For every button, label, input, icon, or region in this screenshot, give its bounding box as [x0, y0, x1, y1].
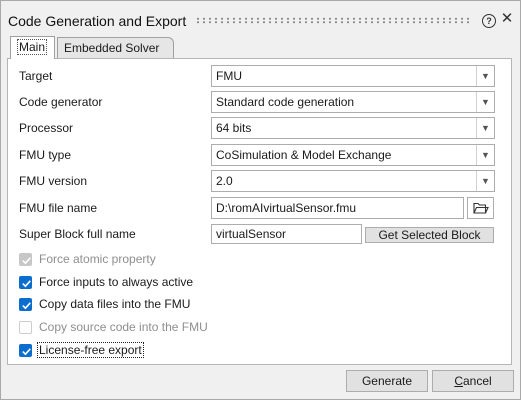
chevron-down-icon[interactable]: ▼ [476, 145, 494, 165]
folder-icon [473, 202, 489, 214]
chevron-down-icon[interactable]: ▼ [476, 66, 494, 86]
get-selected-block-button[interactable]: Get Selected Block [365, 227, 494, 243]
code-generator-select[interactable]: Standard code generation ▼ [211, 91, 495, 113]
processor-select[interactable]: 64 bits ▼ [211, 117, 495, 139]
tab-embedded-solver[interactable]: Embedded Solver [57, 37, 174, 58]
fmu-file-name-input[interactable]: D:\romAIvirtualSensor.fmu [211, 197, 464, 219]
processor-value: 64 bits [216, 121, 252, 135]
target-label: Target [19, 69, 53, 83]
fmu-type-select[interactable]: CoSimulation & Model Exchange ▼ [211, 144, 495, 166]
cancel-label-rest: ancel [462, 374, 492, 388]
close-icon[interactable]: ✕ [500, 11, 514, 27]
copy-data-files-label[interactable]: Copy data files into the FMU [39, 296, 190, 312]
fmu-file-name-value: D:\romAIvirtualSensor.fmu [216, 201, 357, 215]
tab-main-label: Main [17, 39, 48, 55]
help-icon[interactable]: ? [482, 14, 496, 28]
checkmark-icon [22, 280, 31, 288]
chevron-down-icon[interactable]: ▼ [476, 118, 494, 138]
force-inputs-checkbox[interactable] [19, 276, 32, 289]
tab-main[interactable]: Main [10, 36, 55, 59]
tab-embedded-solver-label: Embedded Solver [64, 41, 160, 55]
dialog-title: Code Generation and Export [8, 13, 187, 29]
fmu-version-label: FMU version [19, 174, 88, 188]
chevron-down-icon[interactable]: ▼ [476, 171, 494, 191]
fmu-type-value: CoSimulation & Model Exchange [216, 148, 392, 162]
fmu-type-label: FMU type [19, 148, 72, 162]
force-atomic-checkbox [19, 253, 32, 266]
target-value: FMU [216, 69, 242, 83]
checkmark-icon [22, 348, 31, 356]
code-generator-label: Code generator [19, 95, 103, 109]
super-block-input[interactable]: virtualSensor [211, 224, 362, 244]
force-atomic-label: Force atomic property [39, 252, 156, 266]
code-generator-value: Standard code generation [216, 95, 355, 109]
checkmark-icon [22, 257, 31, 265]
force-inputs-label[interactable]: Force inputs to always active [39, 274, 193, 290]
checkmark-icon [22, 302, 31, 310]
license-free-checkbox[interactable] [19, 344, 32, 357]
cancel-button[interactable]: Cancel [432, 370, 514, 392]
copy-source-code-label: Copy source code into the FMU [39, 320, 208, 334]
code-generation-dialog: Code Generation and Export ? ✕ Main Embe… [0, 0, 521, 400]
license-free-label[interactable]: License-free export [37, 342, 144, 358]
super-block-value: virtualSensor [216, 227, 287, 241]
copy-data-files-checkbox[interactable] [19, 298, 32, 311]
fmu-file-name-label: FMU file name [19, 201, 98, 215]
drag-grip[interactable] [195, 17, 473, 24]
fmu-version-value: 2.0 [216, 174, 233, 188]
generate-button[interactable]: Generate [346, 370, 428, 392]
fmu-version-select[interactable]: 2.0 ▼ [211, 170, 495, 192]
copy-source-code-checkbox [19, 321, 32, 334]
chevron-down-icon[interactable]: ▼ [476, 92, 494, 112]
browse-file-button[interactable] [467, 197, 494, 219]
license-free-text: License-free export [37, 342, 144, 358]
processor-label: Processor [19, 121, 74, 135]
cancel-mnemonic: C [454, 374, 463, 388]
title-bar[interactable]: Code Generation and Export ? ✕ [1, 1, 520, 35]
super-block-label: Super Block full name [19, 227, 136, 241]
target-select[interactable]: FMU ▼ [211, 65, 495, 87]
